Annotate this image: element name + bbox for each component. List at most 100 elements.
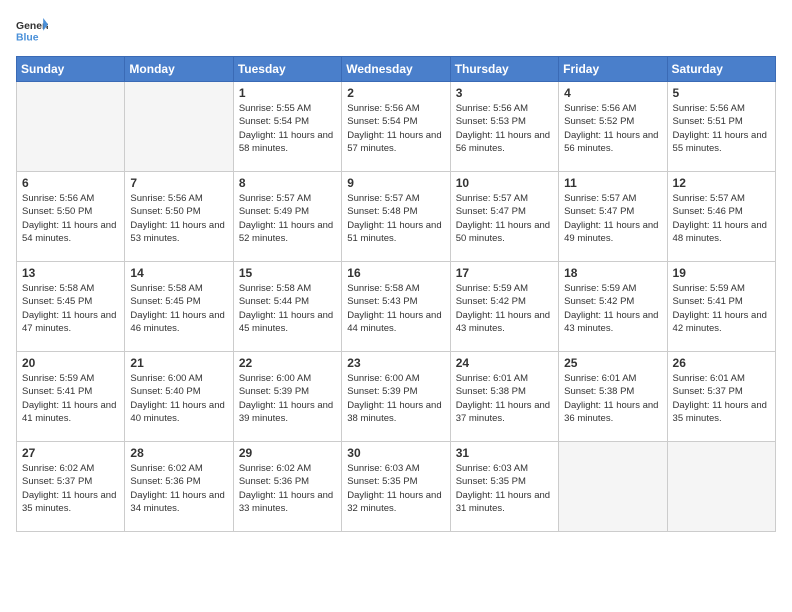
day-info: Sunrise: 6:02 AMSunset: 5:37 PMDaylight:… — [22, 462, 119, 515]
day-info: Sunrise: 6:01 AMSunset: 5:38 PMDaylight:… — [456, 372, 553, 425]
calendar-cell: 13 Sunrise: 5:58 AMSunset: 5:45 PMDayligh… — [17, 262, 125, 352]
column-header-wednesday: Wednesday — [342, 57, 450, 82]
day-info: Sunrise: 5:56 AMSunset: 5:54 PMDaylight:… — [347, 102, 444, 155]
day-number: 11 — [564, 176, 661, 190]
day-info: Sunrise: 6:01 AMSunset: 5:37 PMDaylight:… — [673, 372, 770, 425]
day-info: Sunrise: 5:58 AMSunset: 5:44 PMDaylight:… — [239, 282, 336, 335]
day-info: Sunrise: 6:02 AMSunset: 5:36 PMDaylight:… — [239, 462, 336, 515]
day-number: 26 — [673, 356, 770, 370]
day-number: 7 — [130, 176, 227, 190]
day-number: 17 — [456, 266, 553, 280]
calendar-week-4: 20 Sunrise: 5:59 AMSunset: 5:41 PMDayligh… — [17, 352, 776, 442]
day-number: 13 — [22, 266, 119, 280]
day-number: 2 — [347, 86, 444, 100]
calendar-cell: 5 Sunrise: 5:56 AMSunset: 5:51 PMDaylight… — [667, 82, 775, 172]
calendar-week-3: 13 Sunrise: 5:58 AMSunset: 5:45 PMDayligh… — [17, 262, 776, 352]
day-number: 10 — [456, 176, 553, 190]
day-number: 14 — [130, 266, 227, 280]
calendar-cell — [559, 442, 667, 532]
day-info: Sunrise: 5:57 AMSunset: 5:49 PMDaylight:… — [239, 192, 336, 245]
day-info: Sunrise: 5:56 AMSunset: 5:50 PMDaylight:… — [130, 192, 227, 245]
calendar-cell: 7 Sunrise: 5:56 AMSunset: 5:50 PMDaylight… — [125, 172, 233, 262]
day-info: Sunrise: 5:59 AMSunset: 5:42 PMDaylight:… — [564, 282, 661, 335]
calendar-cell: 15 Sunrise: 5:58 AMSunset: 5:44 PMDayligh… — [233, 262, 341, 352]
calendar-cell: 14 Sunrise: 5:58 AMSunset: 5:45 PMDayligh… — [125, 262, 233, 352]
day-number: 22 — [239, 356, 336, 370]
calendar-cell: 24Sunrise: 6:01 AMSunset: 5:38 PMDayligh… — [450, 352, 558, 442]
day-info: Sunrise: 5:57 AMSunset: 5:47 PMDaylight:… — [564, 192, 661, 245]
day-number: 8 — [239, 176, 336, 190]
day-number: 9 — [347, 176, 444, 190]
calendar-cell: 1 Sunrise: 5:55 AMSunset: 5:54 PMDaylight… — [233, 82, 341, 172]
calendar-cell: 29 Sunrise: 6:02 AMSunset: 5:36 PMDayligh… — [233, 442, 341, 532]
day-info: Sunrise: 6:03 AMSunset: 5:35 PMDaylight:… — [347, 462, 444, 515]
calendar-cell: 17 Sunrise: 5:59 AMSunset: 5:42 PMDayligh… — [450, 262, 558, 352]
day-info: Sunrise: 5:59 AMSunset: 5:42 PMDaylight:… — [456, 282, 553, 335]
day-number: 20 — [22, 356, 119, 370]
calendar-cell: 31 Sunrise: 6:03 AMSunset: 5:35 PMDayligh… — [450, 442, 558, 532]
calendar-cell: 19 Sunrise: 5:59 AMSunset: 5:41 PMDayligh… — [667, 262, 775, 352]
day-info: Sunrise: 5:55 AMSunset: 5:54 PMDaylight:… — [239, 102, 336, 155]
day-info: Sunrise: 6:00 AMSunset: 5:39 PMDaylight:… — [347, 372, 444, 425]
column-header-sunday: Sunday — [17, 57, 125, 82]
calendar-cell: 23 Sunrise: 6:00 AMSunset: 5:39 PMDayligh… — [342, 352, 450, 442]
day-info: Sunrise: 5:58 AMSunset: 5:45 PMDaylight:… — [22, 282, 119, 335]
calendar-cell: 21Sunrise: 6:00 AMSunset: 5:40 PMDayligh… — [125, 352, 233, 442]
calendar-cell: 10 Sunrise: 5:57 AMSunset: 5:47 PMDayligh… — [450, 172, 558, 262]
calendar-week-1: 1 Sunrise: 5:55 AMSunset: 5:54 PMDaylight… — [17, 82, 776, 172]
calendar-cell: 26 Sunrise: 6:01 AMSunset: 5:37 PMDayligh… — [667, 352, 775, 442]
column-header-friday: Friday — [559, 57, 667, 82]
day-number: 23 — [347, 356, 444, 370]
calendar-cell: 22Sunrise: 6:00 AMSunset: 5:39 PMDayligh… — [233, 352, 341, 442]
calendar-table: SundayMondayTuesdayWednesdayThursdayFrid… — [16, 56, 776, 532]
day-number: 19 — [673, 266, 770, 280]
header-row: SundayMondayTuesdayWednesdayThursdayFrid… — [17, 57, 776, 82]
day-number: 18 — [564, 266, 661, 280]
day-number: 30 — [347, 446, 444, 460]
day-number: 28 — [130, 446, 227, 460]
calendar-cell — [125, 82, 233, 172]
day-number: 5 — [673, 86, 770, 100]
calendar-week-5: 27 Sunrise: 6:02 AMSunset: 5:37 PMDayligh… — [17, 442, 776, 532]
day-number: 12 — [673, 176, 770, 190]
day-number: 29 — [239, 446, 336, 460]
calendar-cell: 18 Sunrise: 5:59 AMSunset: 5:42 PMDayligh… — [559, 262, 667, 352]
column-header-monday: Monday — [125, 57, 233, 82]
calendar-cell: 8 Sunrise: 5:57 AMSunset: 5:49 PMDaylight… — [233, 172, 341, 262]
day-number: 6 — [22, 176, 119, 190]
day-info: Sunrise: 6:02 AMSunset: 5:36 PMDaylight:… — [130, 462, 227, 515]
calendar-cell: 11 Sunrise: 5:57 AMSunset: 5:47 PMDayligh… — [559, 172, 667, 262]
day-number: 4 — [564, 86, 661, 100]
calendar-cell: 30 Sunrise: 6:03 AMSunset: 5:35 PMDayligh… — [342, 442, 450, 532]
calendar-week-2: 6 Sunrise: 5:56 AMSunset: 5:50 PMDaylight… — [17, 172, 776, 262]
day-info: Sunrise: 5:58 AMSunset: 5:45 PMDaylight:… — [130, 282, 227, 335]
svg-text:Blue: Blue — [16, 32, 39, 43]
day-number: 16 — [347, 266, 444, 280]
calendar-cell: 2 Sunrise: 5:56 AMSunset: 5:54 PMDaylight… — [342, 82, 450, 172]
calendar-cell: 16Sunrise: 5:58 AMSunset: 5:43 PMDayligh… — [342, 262, 450, 352]
day-number: 21 — [130, 356, 227, 370]
calendar-cell — [667, 442, 775, 532]
column-header-thursday: Thursday — [450, 57, 558, 82]
calendar-cell: 4Sunrise: 5:56 AMSunset: 5:52 PMDaylight… — [559, 82, 667, 172]
column-header-tuesday: Tuesday — [233, 57, 341, 82]
calendar-cell: 12Sunrise: 5:57 AMSunset: 5:46 PMDayligh… — [667, 172, 775, 262]
day-info: Sunrise: 6:03 AMSunset: 5:35 PMDaylight:… — [456, 462, 553, 515]
day-number: 1 — [239, 86, 336, 100]
calendar-cell: 20 Sunrise: 5:59 AMSunset: 5:41 PMDayligh… — [17, 352, 125, 442]
day-info: Sunrise: 5:56 AMSunset: 5:50 PMDaylight:… — [22, 192, 119, 245]
day-number: 25 — [564, 356, 661, 370]
day-info: Sunrise: 6:01 AMSunset: 5:38 PMDaylight:… — [564, 372, 661, 425]
day-number: 27 — [22, 446, 119, 460]
logo: General Blue — [16, 16, 48, 44]
day-info: Sunrise: 5:59 AMSunset: 5:41 PMDaylight:… — [22, 372, 119, 425]
calendar-cell: 9 Sunrise: 5:57 AMSunset: 5:48 PMDaylight… — [342, 172, 450, 262]
column-header-saturday: Saturday — [667, 57, 775, 82]
day-number: 15 — [239, 266, 336, 280]
day-info: Sunrise: 5:56 AMSunset: 5:51 PMDaylight:… — [673, 102, 770, 155]
day-info: Sunrise: 5:59 AMSunset: 5:41 PMDaylight:… — [673, 282, 770, 335]
day-number: 31 — [456, 446, 553, 460]
calendar-cell: 25 Sunrise: 6:01 AMSunset: 5:38 PMDayligh… — [559, 352, 667, 442]
day-info: Sunrise: 5:57 AMSunset: 5:48 PMDaylight:… — [347, 192, 444, 245]
day-info: Sunrise: 5:57 AMSunset: 5:47 PMDaylight:… — [456, 192, 553, 245]
